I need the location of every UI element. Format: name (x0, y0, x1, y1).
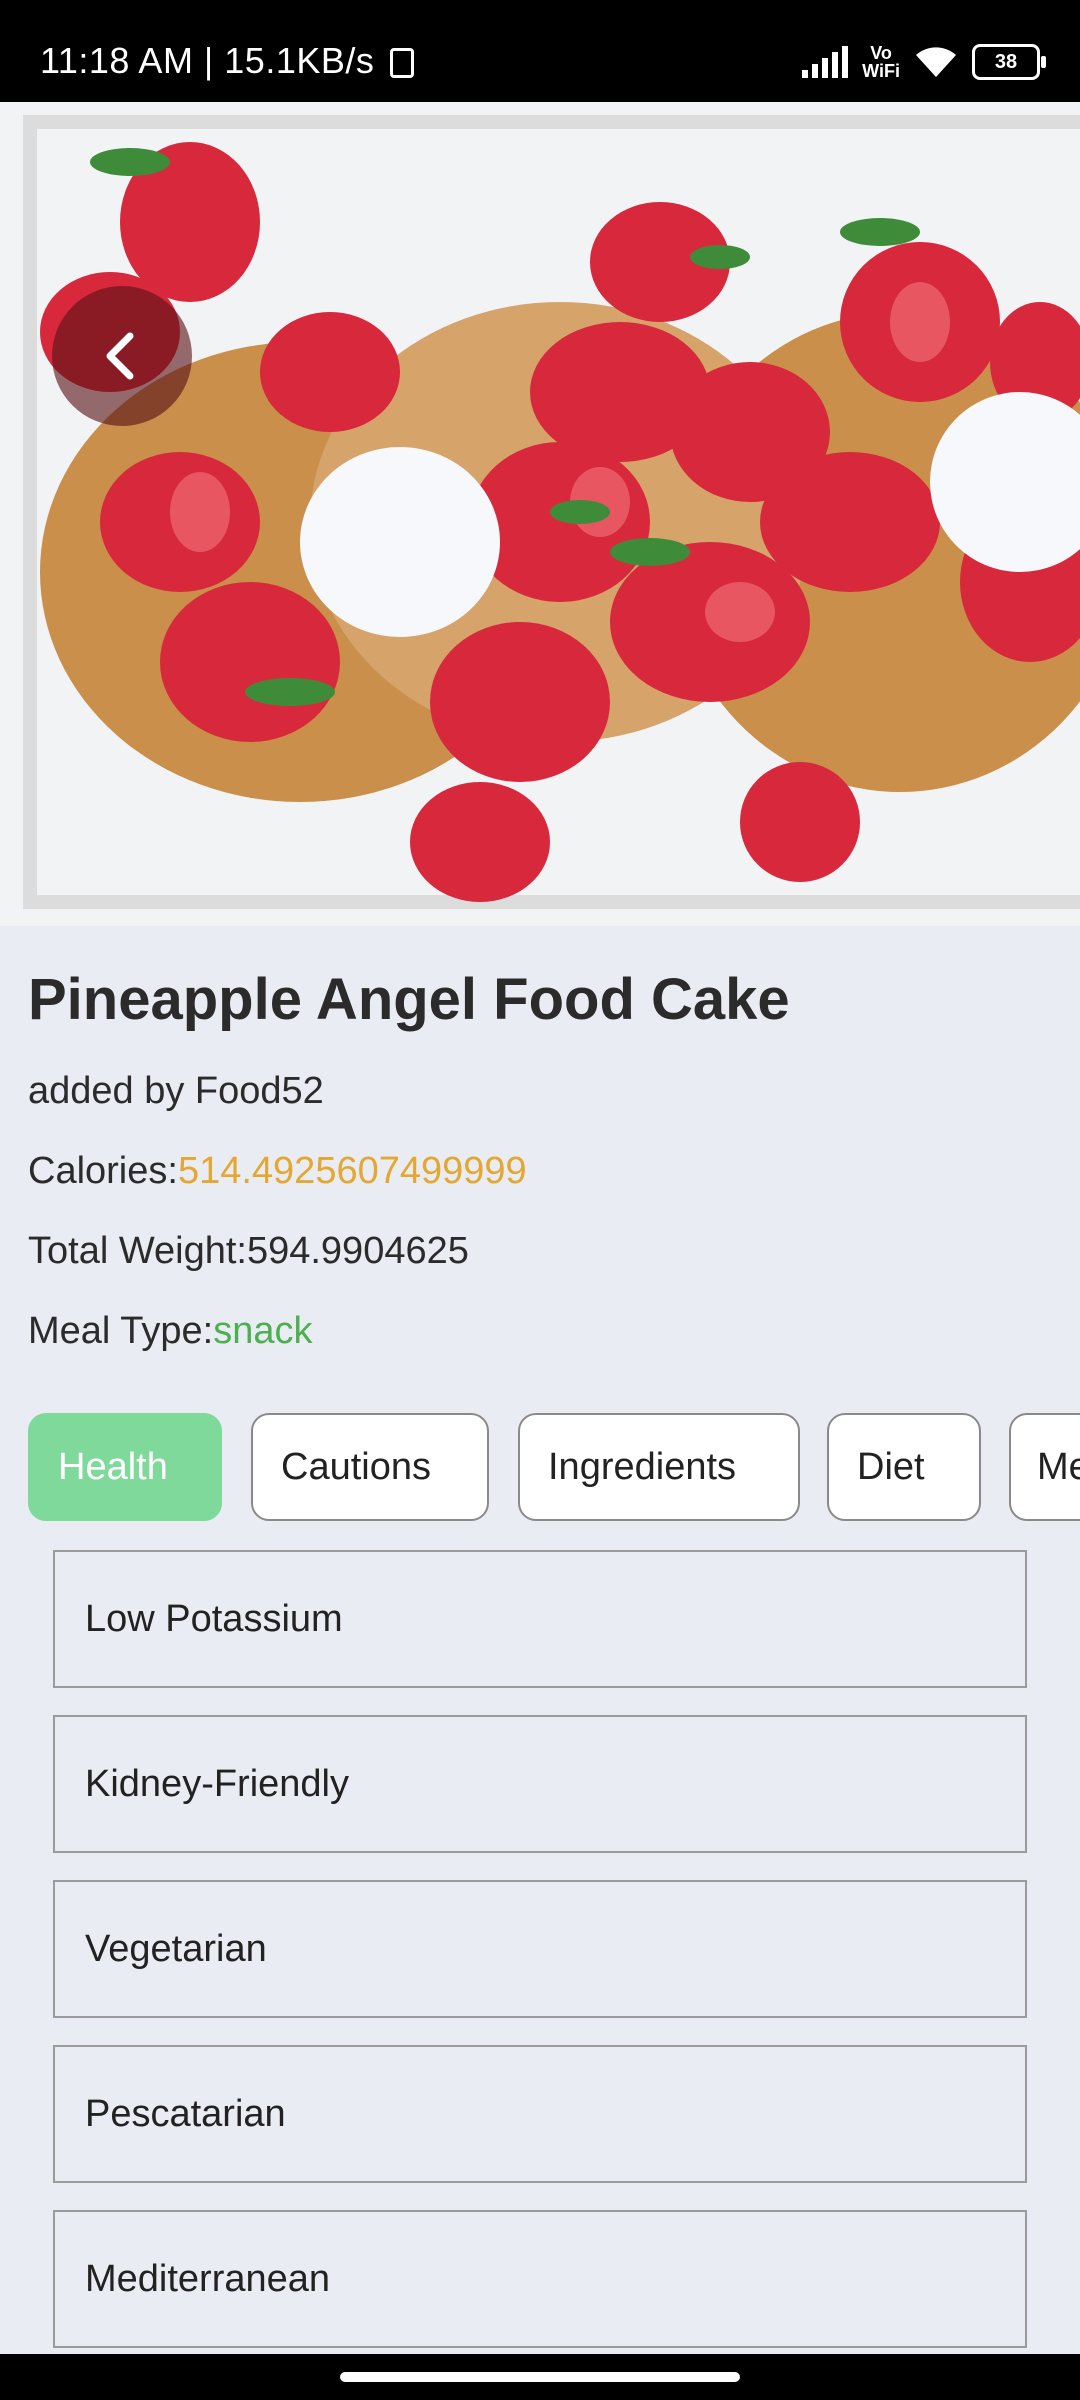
tab-ingredients[interactable]: Ingredients (518, 1413, 800, 1521)
wifi-icon (916, 47, 956, 77)
tab-diet[interactable]: Diet (827, 1413, 981, 1521)
strawberry-cake-image (0, 102, 1080, 926)
weight-label: Total Weight: (28, 1230, 247, 1272)
back-button[interactable] (52, 286, 192, 426)
status-icons: Vo WiFi 38 (802, 43, 1046, 81)
meal-type-label: Meal Type: (28, 1310, 214, 1352)
tab-health[interactable]: Health (28, 1413, 222, 1521)
sim-icon (390, 48, 414, 78)
list-item: Low Potassium (53, 1550, 1027, 1688)
signal-icon (802, 46, 849, 78)
calories-value: 514.4925607499999 (177, 1150, 527, 1192)
tab-cautions[interactable]: Cautions (251, 1413, 489, 1521)
recipe-author: added by Food52 (28, 1070, 324, 1112)
list-item: Pescatarian (53, 2045, 1027, 2183)
meal-type-row: Meal Type:snack (28, 1310, 312, 1353)
home-indicator[interactable] (340, 2372, 740, 2382)
weight-row: Total Weight:594.9904625 (28, 1230, 469, 1273)
battery-icon: 38 (972, 44, 1046, 80)
status-time: 11:18 AM | 15.1KB/s (40, 40, 375, 81)
status-bar: 11:18 AM | 15.1KB/s Vo WiFi 38 (0, 0, 1080, 102)
weight-value: 594.9904625 (246, 1230, 469, 1272)
meal-type-value: snack (213, 1310, 313, 1352)
calories-label: Calories: (28, 1150, 178, 1192)
list-item: Mediterranean (53, 2210, 1027, 2348)
vowifi-icon: Vo WiFi (862, 43, 900, 81)
recipe-image (0, 102, 1080, 926)
navigation-bar (0, 2354, 1080, 2400)
chevron-left-icon (106, 332, 134, 380)
list-item: Kidney-Friendly (53, 1715, 1027, 1853)
calories-row: Calories:514.4925607499999 (28, 1150, 527, 1193)
recipe-title: Pineapple Angel Food Cake (28, 967, 790, 1032)
list-item: Vegetarian (53, 1880, 1027, 2018)
detail-tabs: Health Cautions Ingredients Diet Me (28, 1413, 1080, 1523)
tab-meal[interactable]: Me (1009, 1413, 1080, 1521)
